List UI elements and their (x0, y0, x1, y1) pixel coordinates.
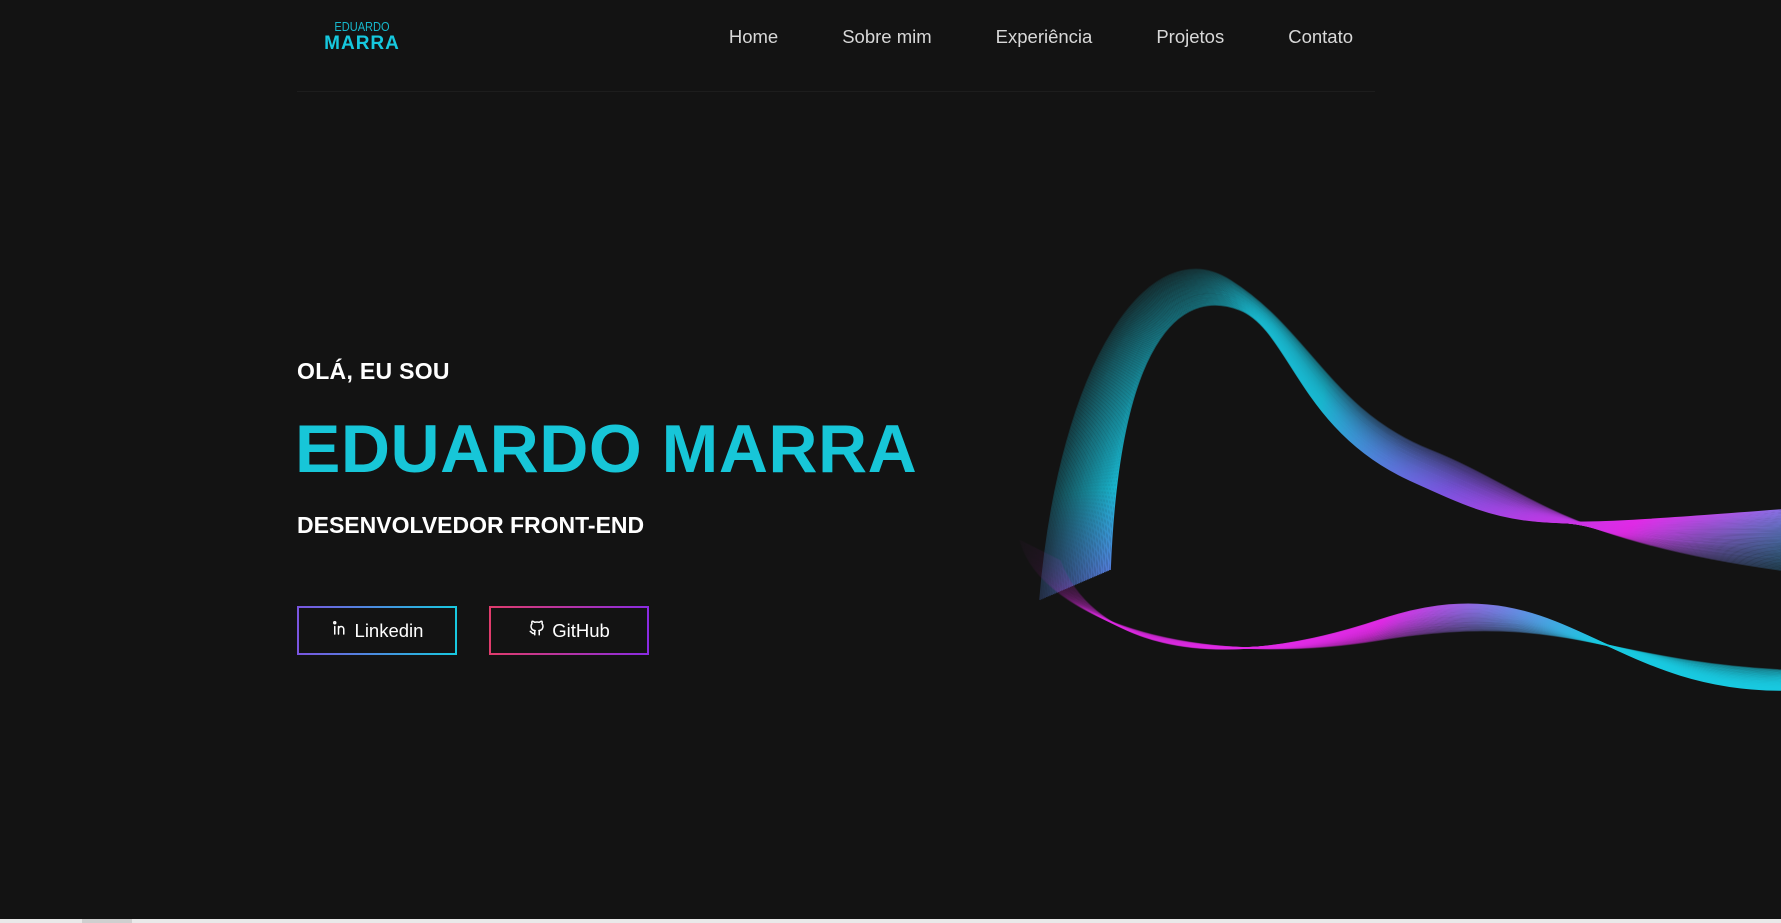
nav-experiencia[interactable]: Experiência (996, 26, 1093, 48)
logo-bottom-text: MARRA (324, 33, 400, 54)
github-label: GitHub (552, 619, 610, 641)
nav-home[interactable]: Home (729, 26, 778, 48)
hero-role: DESENVOLVEDOR FRONT-END (297, 512, 645, 538)
decorative-wave-graphic (1019, 268, 1781, 691)
hero-greeting: OLÁ, EU SOU (297, 358, 450, 384)
hero-name: EDUARDO MARRA (295, 411, 918, 487)
wave-line-lower (1027, 544, 1781, 675)
linkedin-icon (331, 619, 349, 642)
nav-contato[interactable]: Contato (1288, 26, 1353, 48)
wave-line-lower (1028, 544, 1781, 676)
wave-line-lower (1025, 542, 1781, 674)
wave-line-lower (1022, 541, 1781, 673)
wave-line-lower (1019, 539, 1781, 671)
site-header: EDUARDO MARRA Home Sobre mim Experiência… (297, 0, 1375, 92)
horizontal-scrollbar[interactable] (0, 919, 1781, 923)
wave-line-lower (1021, 541, 1781, 672)
github-button[interactable]: GitHub (489, 606, 649, 655)
wave-line-lower (1026, 543, 1781, 675)
page: EDUARDO MARRA Home Sobre mim Experiência… (0, 0, 1781, 923)
scrollbar-thumb[interactable] (82, 919, 132, 923)
github-icon (528, 619, 546, 642)
nav-sobre-mim[interactable]: Sobre mim (842, 26, 931, 48)
linkedin-label: Linkedin (354, 619, 424, 641)
main-nav: Home Sobre mim Experiência Projetos Cont… (729, 26, 1353, 48)
linkedin-button[interactable]: Linkedin (297, 606, 457, 655)
logo[interactable]: EDUARDO MARRA (321, 20, 403, 53)
wave-line-lower (1020, 540, 1781, 672)
wave-line-lower (1024, 542, 1781, 674)
nav-projetos[interactable]: Projetos (1156, 26, 1224, 48)
wave-line-lower (1030, 545, 1781, 677)
logo-top-text: EDUARDO (334, 19, 390, 34)
